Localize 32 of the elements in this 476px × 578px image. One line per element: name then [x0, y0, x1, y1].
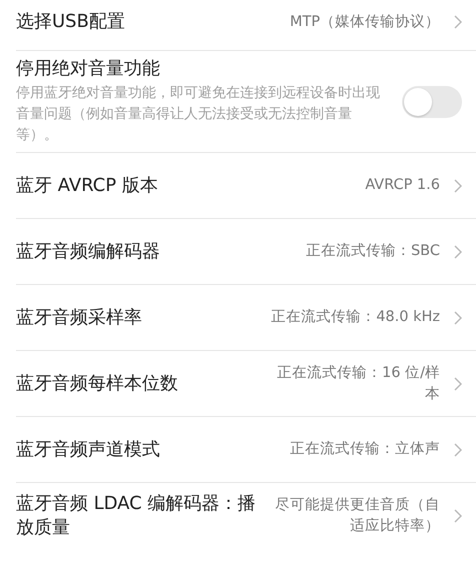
- chevron-right-icon: [454, 376, 462, 390]
- settings-row[interactable]: 停用绝对音量功能 停用蓝牙绝对音量功能，即可避免在连接到远程设备时出现音量问题（例如音量高得让人无法接受或无法控制音量等）。: [16, 50, 476, 152]
- settings-row[interactable]: 蓝牙音频采样率 正在流式传输：48.0 kHz: [16, 284, 476, 350]
- setting-value: 正在流式传输：SBC: [306, 242, 440, 261]
- settings-row[interactable]: 蓝牙音频每样本位数 正在流式传输：16 位/样本: [16, 350, 476, 416]
- setting-title: 蓝牙音频声道模式: [16, 438, 161, 462]
- setting-title: 蓝牙音频 LDAC 编解码器：播放质量: [16, 492, 257, 540]
- setting-title: 选择USB配置: [16, 10, 126, 34]
- setting-description: 停用蓝牙绝对音量功能，即可避免在连接到远程设备时出现音量问题（例如音量高得让人无法接受或无法控制音量等）。: [16, 84, 381, 145]
- setting-value: 正在流式传输：48.0 kHz: [271, 308, 440, 327]
- settings-row[interactable]: 蓝牙音频 LDAC 编解码器：播放质量 尽可能提供更佳音质（自适应比特率）: [16, 482, 476, 548]
- setting-title: 蓝牙音频采样率: [16, 306, 143, 330]
- setting-value: 正在流式传输：16 位/样本: [276, 364, 440, 404]
- chevron-right-icon: [454, 178, 462, 192]
- setting-value: MTP（媒体传输协议）: [290, 12, 440, 32]
- setting-title: 蓝牙 AVRCP 版本: [16, 174, 159, 198]
- toggle-switch[interactable]: [402, 86, 462, 118]
- settings-row[interactable]: 蓝牙音频声道模式 正在流式传输：立体声: [16, 416, 476, 482]
- setting-value: AVRCP 1.6: [365, 176, 440, 195]
- settings-row[interactable]: 蓝牙音频编解码器 正在流式传输：SBC: [16, 218, 476, 284]
- chevron-right-icon: [454, 310, 462, 324]
- setting-title: 蓝牙音频编解码器: [16, 240, 161, 264]
- setting-title: 停用绝对音量功能: [16, 57, 161, 81]
- setting-value: 正在流式传输：立体声: [290, 440, 440, 459]
- setting-value: 尽可能提供更佳音质（自适应比特率）: [274, 496, 440, 536]
- chevron-right-icon: [454, 244, 462, 258]
- settings-row[interactable]: 蓝牙 AVRCP 版本 AVRCP 1.6: [16, 152, 476, 218]
- chevron-right-icon: [454, 15, 462, 29]
- settings-row[interactable]: 选择USB配置 MTP（媒体传输协议）: [16, 0, 476, 50]
- chevron-right-icon: [454, 442, 462, 456]
- setting-title: 蓝牙音频每样本位数: [16, 372, 179, 396]
- chevron-right-icon: [454, 508, 462, 522]
